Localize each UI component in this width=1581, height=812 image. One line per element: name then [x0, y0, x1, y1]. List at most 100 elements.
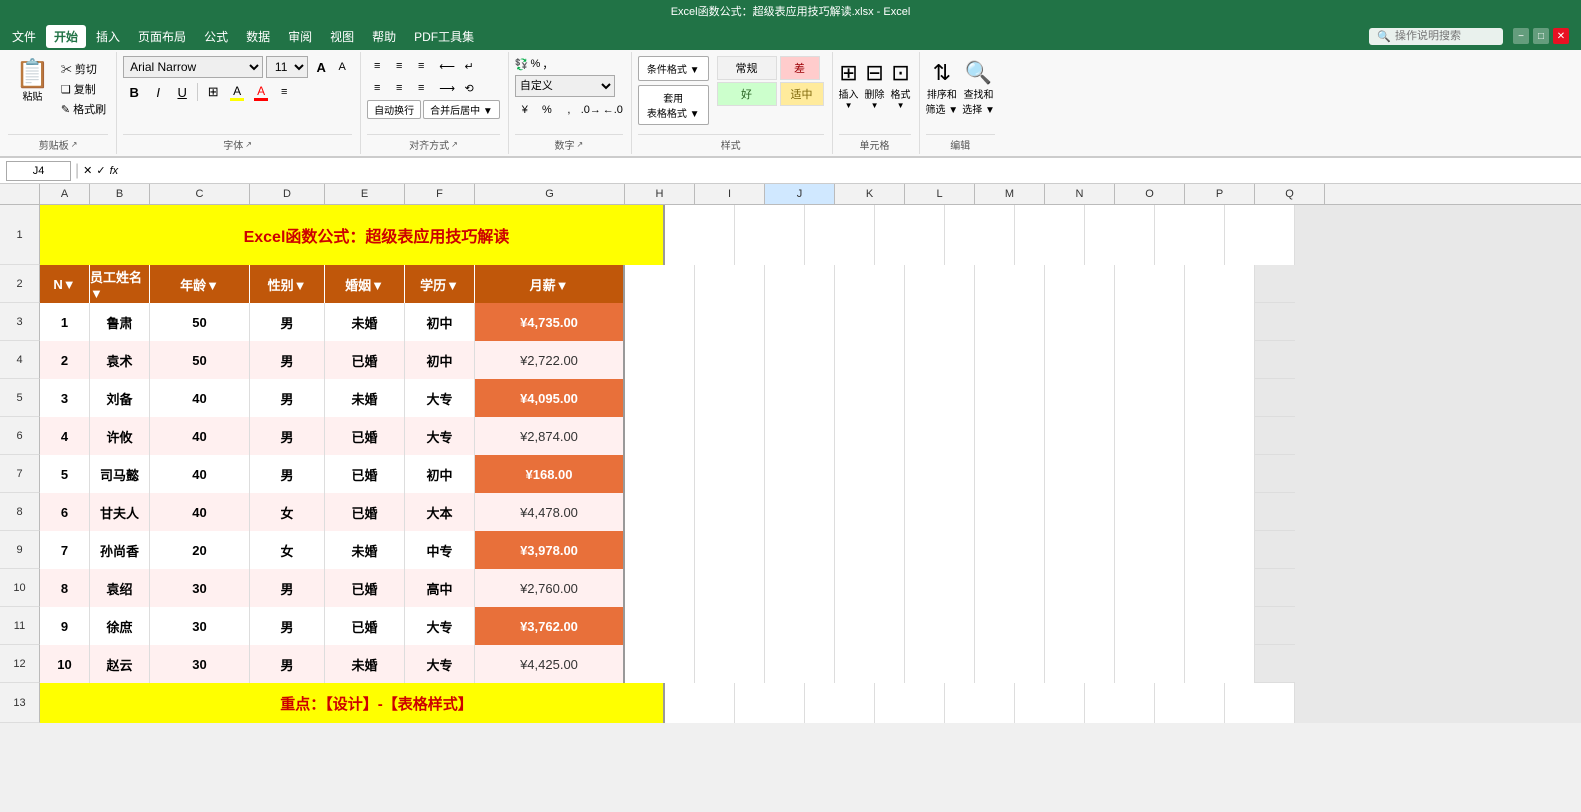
- cell-J-3[interactable]: [765, 379, 835, 417]
- underline-button[interactable]: U: [171, 81, 193, 103]
- cell-header-age[interactable]: 年龄▼: [150, 265, 250, 303]
- menu-page-layout[interactable]: 页面布局: [130, 25, 194, 48]
- cell-education-4[interactable]: 大专: [405, 417, 475, 455]
- italic-button[interactable]: I: [147, 81, 169, 103]
- cell-K-10[interactable]: [835, 645, 905, 683]
- cell-M-5[interactable]: [975, 455, 1045, 493]
- cell-education-5[interactable]: 初中: [405, 455, 475, 493]
- cell-O-9[interactable]: [1115, 607, 1185, 645]
- cell-M-10[interactable]: [975, 645, 1045, 683]
- formula-confirm-icon[interactable]: ✓: [96, 164, 105, 177]
- orient-text-button[interactable]: ⟲: [459, 78, 479, 98]
- cell-J-10[interactable]: [765, 645, 835, 683]
- cell-marriage-1[interactable]: 未婚: [325, 303, 405, 341]
- cell-H-6[interactable]: [625, 493, 695, 531]
- cell-P2[interactable]: [1185, 265, 1255, 303]
- col-header-P[interactable]: P: [1185, 184, 1255, 204]
- cell-gender-8[interactable]: 男: [250, 569, 325, 607]
- cell-K13[interactable]: [875, 683, 945, 723]
- comma-button[interactable]: ,: [559, 100, 579, 120]
- cell-J-5[interactable]: [765, 455, 835, 493]
- cell-no-9[interactable]: 9: [40, 607, 90, 645]
- cell-age-8[interactable]: 30: [150, 569, 250, 607]
- col-header-A[interactable]: A: [40, 184, 90, 204]
- row-num-11[interactable]: 11: [0, 607, 40, 645]
- cell-I-8[interactable]: [695, 569, 765, 607]
- cell-N-10[interactable]: [1045, 645, 1115, 683]
- col-header-J[interactable]: J: [765, 184, 835, 204]
- cell-O2[interactable]: [1115, 265, 1185, 303]
- wrap-text-button[interactable]: ↵: [459, 56, 479, 76]
- font-shrink-button[interactable]: A: [332, 57, 352, 77]
- increase-decimal-button[interactable]: .0→: [581, 100, 601, 120]
- cell-name-6[interactable]: 甘夫人: [90, 493, 150, 531]
- cell-gender-6[interactable]: 女: [250, 493, 325, 531]
- cell-J-2[interactable]: [765, 341, 835, 379]
- cell-P-1[interactable]: [1185, 303, 1255, 341]
- cell-P-9[interactable]: [1185, 607, 1255, 645]
- cell-H-9[interactable]: [625, 607, 695, 645]
- good-style[interactable]: 好: [717, 82, 777, 106]
- close-btn[interactable]: ✕: [1553, 28, 1569, 44]
- cell-no-3[interactable]: 3: [40, 379, 90, 417]
- normal-style[interactable]: 常规: [717, 56, 777, 80]
- col-header-I[interactable]: I: [695, 184, 765, 204]
- cell-P-2[interactable]: [1185, 341, 1255, 379]
- table-style-button[interactable]: 套用表格格式 ▼: [638, 85, 709, 125]
- cell-P-4[interactable]: [1185, 417, 1255, 455]
- cell-M-4[interactable]: [975, 417, 1045, 455]
- cell-title-merged[interactable]: Excel函数公式：超级表应用技巧解读: [90, 205, 665, 265]
- col-header-O[interactable]: O: [1115, 184, 1185, 204]
- clipboard-expand-icon[interactable]: ↗: [71, 140, 78, 149]
- bold-button[interactable]: B: [123, 81, 145, 103]
- cell-education-1[interactable]: 初中: [405, 303, 475, 341]
- cell-J-1[interactable]: [765, 303, 835, 341]
- cell-L-10[interactable]: [905, 645, 975, 683]
- cell-no-8[interactable]: 8: [40, 569, 90, 607]
- cell-salary-4[interactable]: ¥2,874.00: [475, 417, 625, 455]
- cell-header-gender[interactable]: 性别▼: [250, 265, 325, 303]
- font-size-select[interactable]: 11: [266, 56, 308, 78]
- accounting-format-button[interactable]: ¥: [515, 100, 535, 120]
- cell-name-4[interactable]: 许攸: [90, 417, 150, 455]
- cell-P-8[interactable]: [1185, 569, 1255, 607]
- cell-K-9[interactable]: [835, 607, 905, 645]
- cell-H-7[interactable]: [625, 531, 695, 569]
- cell-A1[interactable]: [40, 205, 90, 265]
- cell-education-2[interactable]: 初中: [405, 341, 475, 379]
- cell-O-10[interactable]: [1115, 645, 1185, 683]
- menu-formula[interactable]: 公式: [196, 25, 236, 48]
- cell-J-6[interactable]: [765, 493, 835, 531]
- cell-K2[interactable]: [835, 265, 905, 303]
- cell-H1[interactable]: [665, 205, 735, 265]
- cell-M-1[interactable]: [975, 303, 1045, 341]
- cell-O-1[interactable]: [1115, 303, 1185, 341]
- maximize-btn[interactable]: □: [1533, 28, 1549, 44]
- cell-H-3[interactable]: [625, 379, 695, 417]
- cell-name-5[interactable]: 司马懿: [90, 455, 150, 493]
- cell-N1[interactable]: [1085, 205, 1155, 265]
- cell-education-10[interactable]: 大专: [405, 645, 475, 683]
- cell-gender-3[interactable]: 男: [250, 379, 325, 417]
- cell-salary-6[interactable]: ¥4,478.00: [475, 493, 625, 531]
- cell-I-7[interactable]: [695, 531, 765, 569]
- cell-I1[interactable]: [735, 205, 805, 265]
- row-num-1[interactable]: 1: [0, 205, 40, 265]
- cell-header-salary[interactable]: 月薪▼: [475, 265, 625, 303]
- menu-file[interactable]: 文件: [4, 25, 44, 48]
- cell-J13[interactable]: [805, 683, 875, 723]
- cell-header-education[interactable]: 学历▼: [405, 265, 475, 303]
- cell-O-3[interactable]: [1115, 379, 1185, 417]
- cell-O-7[interactable]: [1115, 531, 1185, 569]
- cell-H2[interactable]: [625, 265, 695, 303]
- cell-age-1[interactable]: 50: [150, 303, 250, 341]
- menu-view[interactable]: 视图: [322, 25, 362, 48]
- cell-K-3[interactable]: [835, 379, 905, 417]
- cell-salary-5[interactable]: ¥168.00: [475, 455, 625, 493]
- align-top-right-button[interactable]: ≡: [411, 56, 431, 76]
- font-name-select[interactable]: Arial Narrow: [123, 56, 263, 78]
- indent-decrease-button[interactable]: ⟵: [437, 56, 457, 76]
- cell-P-10[interactable]: [1185, 645, 1255, 683]
- cell-salary-1[interactable]: ¥4,735.00: [475, 303, 625, 341]
- cell-H13[interactable]: [665, 683, 735, 723]
